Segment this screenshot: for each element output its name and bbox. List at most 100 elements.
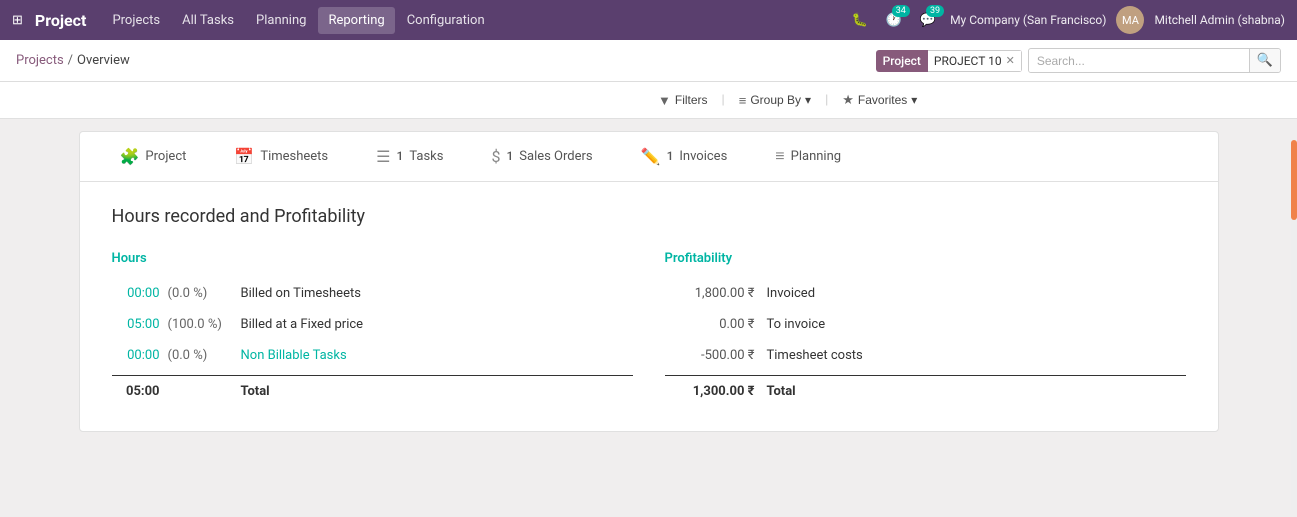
breadcrumb-separator: / <box>68 53 73 68</box>
tab-project[interactable]: 🧩 Project <box>96 132 211 182</box>
scrollbar[interactable] <box>1291 140 1297 510</box>
breadcrumb-current: Overview <box>77 53 130 68</box>
navbar-right: 🐛 🕐 34 💬 39 My Company (San Francisco) M… <box>848 6 1286 34</box>
clock-icon-btn[interactable]: 🕐 34 <box>882 9 906 32</box>
dollar-icon: $ <box>491 147 500 166</box>
hours-pct-2: (0.0 %) <box>168 348 233 363</box>
star-icon: ★ <box>842 92 854 108</box>
hours-val-2: 00:00 <box>112 348 160 363</box>
profit-row-2: -500.00 ₹ Timesheet costs <box>665 340 1186 371</box>
tab-planning[interactable]: ≡ Planning <box>751 132 865 182</box>
nav-planning[interactable]: Planning <box>246 7 316 34</box>
grid-icon[interactable]: ⊞ <box>12 13 23 28</box>
profit-label-1: To invoice <box>767 317 826 332</box>
group-by-label: Group By <box>750 93 801 107</box>
favorites-button[interactable]: ★ Favorites ▾ <box>834 88 925 112</box>
profit-total-row: 1,300.00 ₹ Total <box>665 375 1186 407</box>
favorites-chevron: ▾ <box>911 93 917 107</box>
edit-icon: ✏️ <box>641 147 661 166</box>
navbar: ⊞ Project Projects All Tasks Planning Re… <box>0 0 1297 40</box>
section-title: Hours recorded and Profitability <box>112 206 1186 227</box>
tab-invoices[interactable]: ✏️ 1 Invoices <box>617 132 752 182</box>
search-icon[interactable]: 🔍 <box>1249 49 1280 72</box>
group-by-button[interactable]: ≡ Group By ▾ <box>731 89 819 112</box>
project-card: 🧩 Project 📅 Timesheets ☰ 1 Tasks $ 1 Sal… <box>79 131 1219 432</box>
filter-tag-text: PROJECT 10 <box>934 54 1002 68</box>
tab-sales-orders[interactable]: $ 1 Sales Orders <box>467 132 616 182</box>
filters-button[interactable]: ▼ Filters <box>650 89 716 112</box>
hours-row-0: 00:00 (0.0 %) Billed on Timesheets <box>112 278 633 309</box>
filter-right: Project PROJECT 10 ✕ 🔍 <box>876 48 1281 73</box>
tab-invoices-label: Invoices <box>679 149 727 164</box>
hours-row-1: 05:00 (100.0 %) Billed at a Fixed price <box>112 309 633 340</box>
filters-label: Filters <box>675 93 708 107</box>
tab-tasks-count: 1 <box>397 149 404 163</box>
nav-reporting[interactable]: Reporting <box>318 7 394 34</box>
breadcrumb-link[interactable]: Projects <box>16 53 64 68</box>
user-name[interactable]: Mitchell Admin (shabna) <box>1154 13 1285 27</box>
company-selector[interactable]: My Company (San Francisco) <box>950 13 1106 27</box>
group-by-chevron: ▾ <box>805 93 811 107</box>
profit-row-1: 0.00 ₹ To invoice <box>665 309 1186 340</box>
profitability-section: Profitability 1,800.00 ₹ Invoiced 0.00 ₹… <box>665 251 1186 407</box>
tab-timesheets-label: Timesheets <box>260 149 328 164</box>
hours-label-1: Billed at a Fixed price <box>241 317 633 332</box>
planning-icon: ≡ <box>775 146 784 166</box>
group-by-icon: ≡ <box>739 93 747 108</box>
profitability-title: Profitability <box>665 251 1186 266</box>
hours-total-label: Total <box>241 384 633 399</box>
profit-label-2: Timesheet costs <box>767 348 863 363</box>
toolbar-divider-1: | <box>722 93 725 108</box>
tab-project-label: Project <box>145 149 186 164</box>
profit-total-label: Total <box>767 384 796 399</box>
tab-sales-label: Sales Orders <box>519 149 592 164</box>
breadcrumb: Projects / Overview <box>16 53 130 68</box>
profit-row-0: 1,800.00 ₹ Invoiced <box>665 278 1186 309</box>
main-content: 🧩 Project 📅 Timesheets ☰ 1 Tasks $ 1 Sal… <box>0 119 1297 444</box>
nav-alltasks[interactable]: All Tasks <box>172 7 244 34</box>
nav-configuration[interactable]: Configuration <box>397 7 495 34</box>
filter-tag-label: Project <box>876 51 928 71</box>
card-tabs: 🧩 Project 📅 Timesheets ☰ 1 Tasks $ 1 Sal… <box>80 132 1218 182</box>
clock-badge: 34 <box>892 5 910 17</box>
filter-icon: ▼ <box>658 93 671 108</box>
hours-label-2[interactable]: Non Billable Tasks <box>241 348 633 363</box>
project-filter-tag: Project PROJECT 10 ✕ <box>876 50 1022 72</box>
tab-planning-label: Planning <box>791 149 841 164</box>
bug-icon: 🐛 <box>852 13 868 28</box>
nav-links: Projects All Tasks Planning Reporting Co… <box>102 7 843 34</box>
profit-val-2: -500.00 ₹ <box>665 348 755 363</box>
hours-section: Hours 00:00 (0.0 %) Billed on Timesheets… <box>112 251 633 407</box>
hours-title: Hours <box>112 251 633 266</box>
hours-val-1: 05:00 <box>112 317 160 332</box>
search-input[interactable] <box>1029 50 1249 72</box>
avatar[interactable]: MA <box>1116 6 1144 34</box>
hours-total-val: 05:00 <box>112 384 160 399</box>
profit-total-val: 1,300.00 ₹ <box>665 384 755 399</box>
nav-projects[interactable]: Projects <box>102 7 170 34</box>
filter-tag-remove[interactable]: ✕ <box>1006 54 1015 67</box>
metrics-grid: Hours 00:00 (0.0 %) Billed on Timesheets… <box>112 251 1186 407</box>
tasks-icon: ☰ <box>376 147 390 166</box>
avatar-initials: MA <box>1122 14 1139 27</box>
filter-bar: Projects / Overview Project PROJECT 10 ✕… <box>0 40 1297 82</box>
calendar-icon: 📅 <box>234 147 254 166</box>
scroll-thumb[interactable] <box>1291 140 1297 220</box>
profit-val-1: 0.00 ₹ <box>665 317 755 332</box>
puzzle-icon: 🧩 <box>120 147 140 166</box>
chat-icon-btn[interactable]: 💬 39 <box>916 9 940 32</box>
toolbar: ▼ Filters | ≡ Group By ▾ | ★ Favorites ▾ <box>0 82 1297 119</box>
hours-pct-0: (0.0 %) <box>168 286 233 301</box>
favorites-label: Favorites <box>858 93 907 107</box>
tab-tasks[interactable]: ☰ 1 Tasks <box>352 132 467 182</box>
profit-val-0: 1,800.00 ₹ <box>665 286 755 301</box>
chat-badge: 39 <box>926 5 944 17</box>
hours-label-0: Billed on Timesheets <box>241 286 633 301</box>
profit-label-0: Invoiced <box>767 286 816 301</box>
tab-invoices-count: 1 <box>667 149 674 163</box>
card-body: Hours recorded and Profitability Hours 0… <box>80 182 1218 431</box>
app-title: Project <box>35 11 87 30</box>
debug-icon-btn[interactable]: 🐛 <box>848 9 872 32</box>
tab-timesheets[interactable]: 📅 Timesheets <box>210 132 352 182</box>
hours-total-row: 05:00 Total <box>112 375 633 407</box>
